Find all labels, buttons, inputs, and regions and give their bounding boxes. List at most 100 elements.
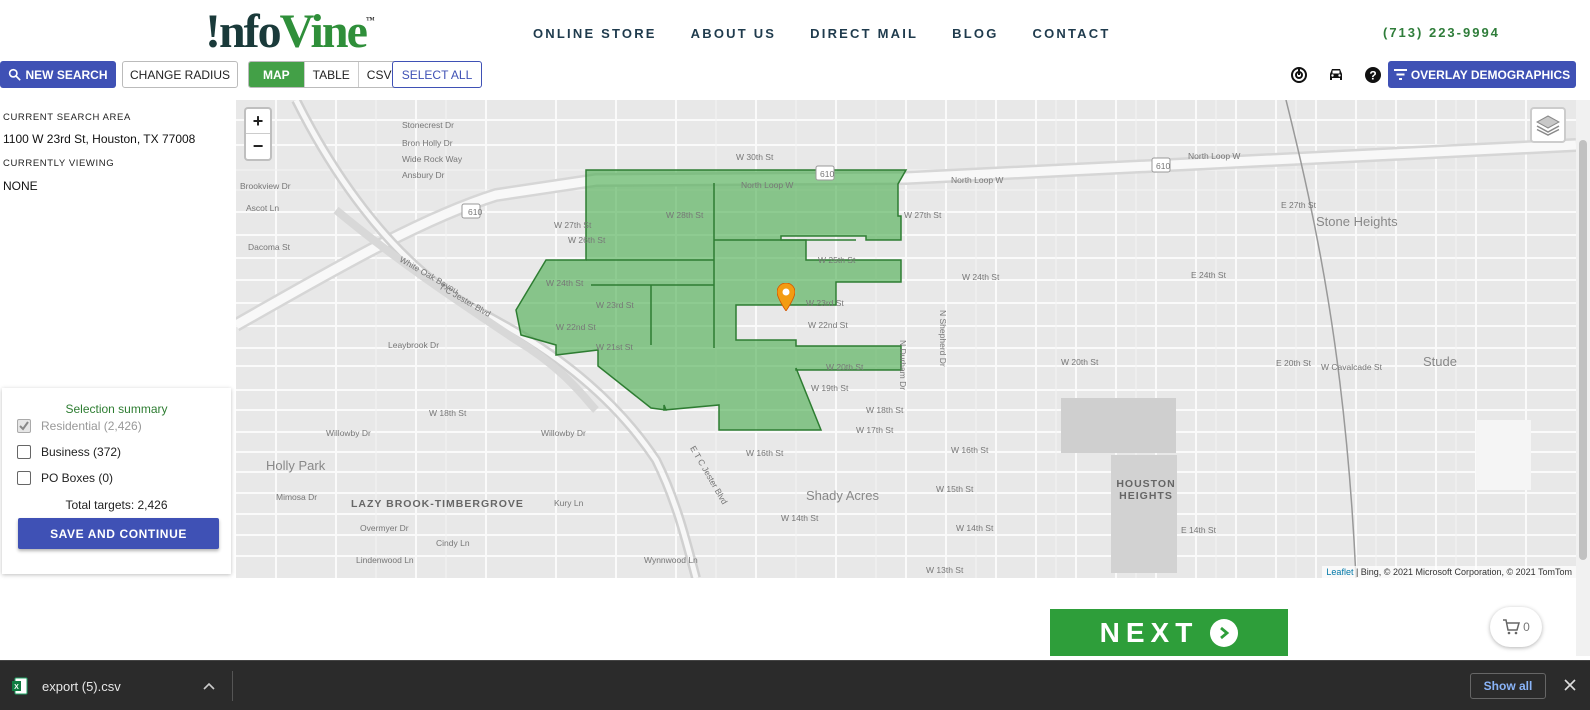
label-cindy: Cindy Ln xyxy=(436,538,470,548)
label-w-21st: W 21st St xyxy=(596,342,633,352)
label-e-20th: E 20th St xyxy=(1276,358,1311,368)
leaflet-link[interactable]: Leaflet xyxy=(1326,567,1353,577)
po-boxes-checkbox-row[interactable]: PO Boxes (0) xyxy=(17,471,113,485)
show-all-button[interactable]: Show all xyxy=(1470,673,1546,699)
po-boxes-label: PO Boxes (0) xyxy=(41,471,114,485)
label-w-19th: W 19th St xyxy=(811,383,849,393)
new-search-label: NEW SEARCH xyxy=(25,67,108,82)
help-icon[interactable]: ? xyxy=(1364,66,1382,84)
residential-label: Residential (2,426) xyxy=(41,419,142,433)
label-mimosa: Mimosa Dr xyxy=(276,492,318,502)
label-houston-heights: HOUSTON HEIGHTS xyxy=(1116,478,1176,502)
overlay-demographics-button[interactable]: OVERLAY DEMOGRAPHICS xyxy=(1388,61,1576,88)
view-map-button[interactable]: MAP xyxy=(249,62,305,87)
label-w-13th: W 13th St xyxy=(926,565,964,575)
label-lazy-brook-timbergrove: LAZY BROOK-TIMBERGROVE xyxy=(351,498,524,510)
label-bron-holly: Bron Holly Dr xyxy=(402,138,453,148)
label-w-30th: W 30th St xyxy=(736,152,774,162)
current-search-area-label: CURRENT SEARCH AREA xyxy=(3,112,131,123)
zoom-out-button[interactable]: − xyxy=(246,134,270,159)
change-radius-button[interactable]: CHANGE RADIUS xyxy=(122,61,238,88)
new-search-button[interactable]: NEW SEARCH xyxy=(0,61,116,88)
label-north-loop-w-3: North Loop W xyxy=(1188,151,1241,161)
selection-summary-title: Selection summary xyxy=(65,402,168,416)
business-checkbox-row[interactable]: Business (372) xyxy=(17,445,121,459)
selection-summary-panel: Selection summary Residential (2,426) Bu… xyxy=(2,388,231,574)
zoom-in-button[interactable]: + xyxy=(246,109,270,134)
label-ascot: Ascot Ln xyxy=(246,203,280,213)
view-table-button[interactable]: TABLE xyxy=(305,62,359,87)
svg-text:?: ? xyxy=(1369,69,1376,83)
hwy-610-label-2: 610 xyxy=(820,169,835,179)
label-w-14th: W 14th St xyxy=(781,513,819,523)
radius-icon[interactable] xyxy=(1290,66,1308,84)
infovine-logo[interactable]: !nfo Vine ™ xyxy=(205,2,375,56)
save-and-continue-button[interactable]: SAVE AND CONTINUE xyxy=(18,518,219,549)
po-boxes-checkbox[interactable] xyxy=(17,471,31,485)
car-icon[interactable] xyxy=(1327,66,1345,84)
label-w-24th-2: W 24th St xyxy=(962,272,1000,282)
arrow-right-icon xyxy=(1210,618,1239,647)
layers-icon xyxy=(1536,115,1560,136)
label-w-cavalcade: W Cavalcade St xyxy=(1321,362,1382,372)
label-stude: Stude xyxy=(1423,354,1457,369)
nav-direct-mail[interactable]: DIRECT MAIL xyxy=(810,26,918,41)
label-e-27th: E 27th St xyxy=(1281,200,1316,210)
cart-button[interactable]: 0 xyxy=(1490,607,1542,647)
label-north-loop-w: North Loop W xyxy=(741,180,794,190)
main-nav: ONLINE STORE ABOUT US DIRECT MAIL BLOG C… xyxy=(533,26,1111,41)
label-w-23rd: W 23rd St xyxy=(596,300,634,310)
residential-checkbox xyxy=(17,419,31,433)
label-ansbury: Ansbury Dr xyxy=(402,170,445,180)
label-wynnwood: Wynnwood Ln xyxy=(644,555,698,565)
download-item[interactable]: X export (5).csv xyxy=(12,661,215,710)
app-root: !nfo Vine ™ ONLINE STORE ABOUT US DIRECT M… xyxy=(0,0,1590,710)
label-wide-rock: Wide Rock Way xyxy=(402,154,463,164)
next-button[interactable]: NEXT xyxy=(1050,609,1288,656)
label-n-shepherd: N Shepherd Dr xyxy=(938,310,948,367)
label-w-26th: W 26th St xyxy=(568,235,606,245)
business-checkbox[interactable] xyxy=(17,445,31,459)
label-w-15th: W 15th St xyxy=(936,484,974,494)
svg-text:X: X xyxy=(14,684,19,691)
label-w-22nd: W 22nd St xyxy=(556,322,596,332)
nav-about-us[interactable]: ABOUT US xyxy=(691,26,777,41)
label-w-23rd-2: W 23rd St xyxy=(806,298,844,308)
label-w-20th-2: W 20th St xyxy=(1061,357,1099,367)
map-canvas[interactable]: 610 610 610 North Loop W North Loop W No… xyxy=(236,100,1576,578)
check-icon xyxy=(19,421,29,431)
label-w-24th: W 24th St xyxy=(546,278,584,288)
label-w-18th: W 18th St xyxy=(429,408,467,418)
label-w-28th: W 28th St xyxy=(666,210,704,220)
label-kury: Kury Ln xyxy=(554,498,584,508)
select-all-button[interactable]: SELECT ALL xyxy=(392,61,482,88)
hwy-610-label-3: 610 xyxy=(1156,161,1171,171)
total-targets: Total targets: 2,426 xyxy=(65,498,168,512)
page-scrollbar-thumb[interactable] xyxy=(1579,140,1587,560)
nav-contact[interactable]: CONTACT xyxy=(1033,26,1111,41)
location-pin-icon[interactable] xyxy=(777,283,795,311)
label-stone-heights: Stone Heights xyxy=(1316,214,1398,229)
logo-text: !nfo xyxy=(205,5,282,58)
label-shady-acres: Shady Acres xyxy=(806,488,879,503)
label-dacoma: Dacoma St xyxy=(248,242,291,252)
download-file-name: export (5).csv xyxy=(42,678,121,694)
chevron-up-icon[interactable] xyxy=(203,682,215,690)
nav-blog[interactable]: BLOG xyxy=(952,26,998,41)
label-w-27th-2: W 27th St xyxy=(904,210,942,220)
phone-number[interactable]: (713) 223-9994 xyxy=(1383,25,1500,40)
label-w-17th: W 17th St xyxy=(856,425,894,435)
label-north-loop-w-2: North Loop W xyxy=(951,175,1004,185)
label-lindenwood: Lindenwood Ln xyxy=(356,555,414,565)
label-w-16th: W 16th St xyxy=(746,448,784,458)
close-icon[interactable] xyxy=(1562,677,1578,693)
filter-icon xyxy=(1393,69,1407,80)
nav-online-store[interactable]: ONLINE STORE xyxy=(533,26,657,41)
label-e-14th: E 14th St xyxy=(1181,525,1216,535)
label-w-22nd-2: W 22nd St xyxy=(808,320,848,330)
label-willowby-2: Willowby Dr xyxy=(541,428,586,438)
map-attribution: Leaflet | Bing, © 2021 Microsoft Corpora… xyxy=(1322,566,1576,578)
business-label: Business (372) xyxy=(41,445,122,459)
search-icon xyxy=(9,68,22,81)
layers-control-button[interactable] xyxy=(1530,107,1566,143)
